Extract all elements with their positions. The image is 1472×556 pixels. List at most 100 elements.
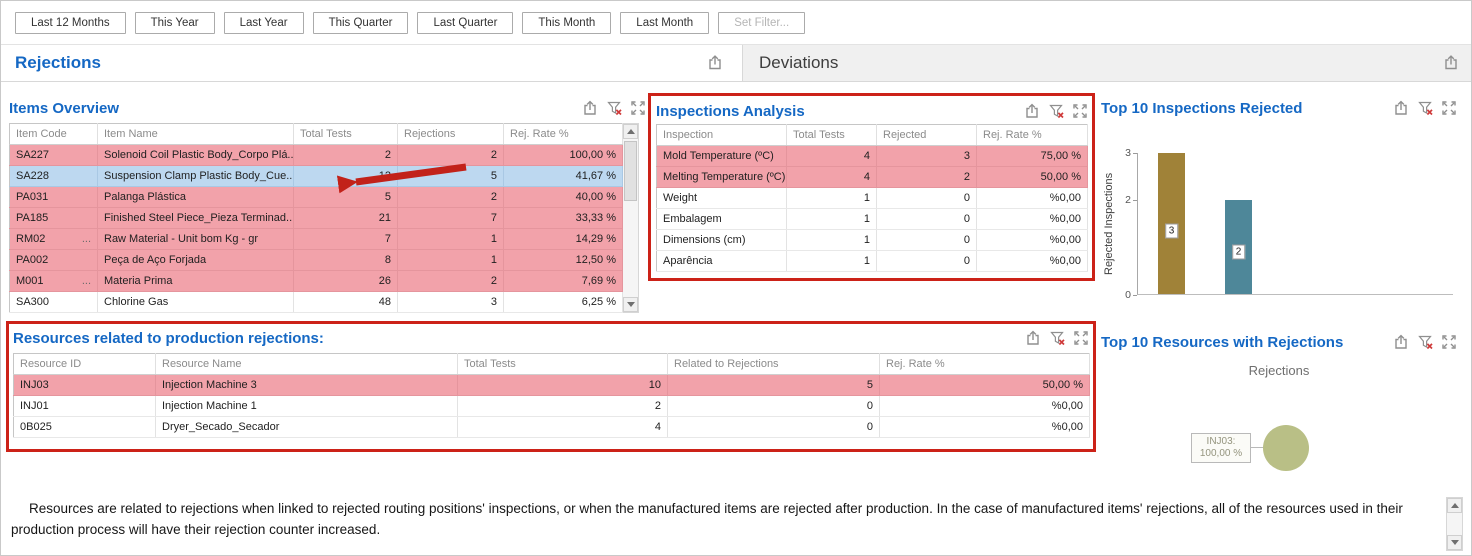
rej-rate-cell: 12,50 % <box>504 250 623 271</box>
inspection-cell: Aparência <box>657 251 787 272</box>
clear-filter-icon[interactable] <box>1048 103 1064 119</box>
clear-filter-icon[interactable] <box>1417 334 1433 350</box>
bar-plot: 32 <box>1137 153 1453 295</box>
col-total-tests[interactable]: Total Tests <box>787 125 877 146</box>
filter-button[interactable]: This Quarter <box>313 12 409 34</box>
inspections-table-row[interactable]: Aparência 1 0 %0,00 <box>657 251 1088 272</box>
item-code-cell: PA185 <box>10 208 98 229</box>
col-resource-name[interactable]: Resource Name <box>156 354 458 375</box>
items-table-row[interactable]: SA227 Solenoid Coil Plastic Body_Corpo P… <box>10 145 623 166</box>
items-table-row[interactable]: PA031 Palanga Plástica 5 2 40,00 % <box>10 187 623 208</box>
filter-button[interactable]: Last Quarter <box>417 12 513 34</box>
clear-filter-icon[interactable] <box>1049 330 1065 346</box>
scroll-up-button[interactable] <box>1447 498 1462 513</box>
inspections-analysis-panel: Inspections Analysis Inspection Total Te… <box>656 100 1088 272</box>
scroll-track[interactable] <box>623 139 638 297</box>
scroll-up-button[interactable] <box>623 124 638 139</box>
maximize-icon[interactable] <box>1441 334 1457 350</box>
export-icon[interactable] <box>1393 100 1409 116</box>
resources-table-row[interactable]: INJ01 Injection Machine 1 2 0 %0,00 <box>14 396 1090 417</box>
items-overview-panel: Items Overview Item Code Item Name Total… <box>9 97 646 313</box>
total-tests-cell: 4 <box>458 417 668 438</box>
rejected-cell: 2 <box>877 167 977 188</box>
pie-slice-inj03[interactable] <box>1263 425 1309 471</box>
maximize-icon[interactable] <box>1073 330 1089 346</box>
filter-button[interactable]: Last 12 Months <box>15 12 126 34</box>
filter-button[interactable]: This Month <box>522 12 611 34</box>
inspections-table-row[interactable]: Melting Temperature (ºC) 4 2 50,00 % <box>657 167 1088 188</box>
item-name-cell: Finished Steel Piece_Pieza Terminad... <box>98 208 294 229</box>
inspections-table-row[interactable]: Weight 1 0 %0,00 <box>657 188 1088 209</box>
item-name-cell: Raw Material - Unit bom Kg - gr <box>98 229 294 250</box>
filter-button[interactable]: Last Month <box>620 12 709 34</box>
col-item-name[interactable]: Item Name <box>98 124 294 145</box>
filter-button[interactable]: This Year <box>135 12 215 34</box>
col-rejections[interactable]: Rejections <box>398 124 504 145</box>
col-rejected[interactable]: Rejected <box>877 125 977 146</box>
inspections-table-row[interactable]: Mold Temperature (ºC) 4 3 75,00 % <box>657 146 1088 167</box>
top10-resources-title: Top 10 Resources with Rejections <box>1101 334 1343 351</box>
export-icon[interactable] <box>1443 54 1459 70</box>
rej-rate-cell: %0,00 <box>880 417 1090 438</box>
col-total-tests[interactable]: Total Tests <box>458 354 668 375</box>
item-code-cell: SA227 <box>10 145 98 166</box>
scroll-down-button[interactable] <box>1447 535 1462 550</box>
inspection-cell: Weight <box>657 188 787 209</box>
tab-deviations-label: Deviations <box>759 53 838 73</box>
rej-rate-cell: 14,29 % <box>504 229 623 250</box>
rej-rate-cell: 100,00 % <box>504 145 623 166</box>
items-scrollbar[interactable] <box>623 123 639 313</box>
col-related-rejections[interactable]: Related to Rejections <box>668 354 880 375</box>
tab-rejections[interactable]: Rejections <box>15 53 101 73</box>
y-axis-label: Rejected Inspections <box>1101 153 1117 295</box>
col-rej-rate[interactable]: Rej. Rate % <box>977 125 1088 146</box>
clear-filter-icon[interactable] <box>1417 100 1433 116</box>
bar-series-1[interactable]: 2 <box>1225 200 1252 294</box>
col-total-tests[interactable]: Total Tests <box>294 124 398 145</box>
pie-callout-value: 100,00 % <box>1193 448 1249 460</box>
resources-table-row[interactable]: 0B025 Dryer_Secado_Secador 4 0 %0,00 <box>14 417 1090 438</box>
total-tests-cell: 1 <box>787 251 877 272</box>
panel-toolbar <box>582 100 646 116</box>
tab-deviations[interactable]: Deviations <box>742 45 1471 81</box>
items-table-row[interactable]: SA228 Suspension Clamp Plastic Body_Cue.… <box>10 166 623 187</box>
items-table-row[interactable]: SA300 Chlorine Gas 48 3 6,25 % <box>10 292 623 313</box>
pie-chart: Rejections INJ03: 100,00 % <box>1101 363 1457 513</box>
items-table-row[interactable]: RM02... Raw Material - Unit bom Kg - gr … <box>10 229 623 250</box>
panel-toolbar <box>1024 103 1088 119</box>
bar-series-0[interactable]: 3 <box>1158 153 1185 294</box>
maximize-icon[interactable] <box>630 100 646 116</box>
resources-table-row[interactable]: INJ03 Injection Machine 3 10 5 50,00 % <box>14 375 1090 396</box>
col-rej-rate[interactable]: Rej. Rate % <box>880 354 1090 375</box>
items-table-row[interactable]: PA002 Peça de Aço Forjada 8 1 12,50 % <box>10 250 623 271</box>
rejected-cell: 0 <box>877 209 977 230</box>
rejections-cell: 1 <box>398 229 504 250</box>
footer-scrollbar[interactable] <box>1446 497 1463 551</box>
clear-filter-icon[interactable] <box>606 100 622 116</box>
footer-explanation: Resources are related to rejections when… <box>11 498 1423 540</box>
col-rej-rate[interactable]: Rej. Rate % <box>504 124 623 145</box>
scroll-thumb[interactable] <box>624 141 637 201</box>
col-inspection[interactable]: Inspection <box>657 125 787 146</box>
export-icon[interactable] <box>1024 103 1040 119</box>
bar-yaxis: 320 <box>1117 153 1137 295</box>
export-icon[interactable] <box>1393 334 1409 350</box>
col-item-code[interactable]: Item Code <box>10 124 98 145</box>
total-tests-cell: 1 <box>787 188 877 209</box>
items-table-row[interactable]: M001... Materia Prima 26 2 7,69 % <box>10 271 623 292</box>
rejections-cell: 1 <box>398 250 504 271</box>
inspections-table-row[interactable]: Dimensions (cm) 1 0 %0,00 <box>657 230 1088 251</box>
filter-button[interactable]: Last Year <box>224 12 304 34</box>
export-icon[interactable] <box>1025 330 1041 346</box>
item-code-cell: SA300 <box>10 292 98 313</box>
col-resource-id[interactable]: Resource ID <box>14 354 156 375</box>
maximize-icon[interactable] <box>1441 100 1457 116</box>
inspections-table-row[interactable]: Embalagem 1 0 %0,00 <box>657 209 1088 230</box>
scroll-track[interactable] <box>1447 513 1462 535</box>
export-icon[interactable] <box>707 54 723 70</box>
items-table-row[interactable]: PA185 Finished Steel Piece_Pieza Termina… <box>10 208 623 229</box>
export-icon[interactable] <box>582 100 598 116</box>
scroll-down-button[interactable] <box>623 297 638 312</box>
maximize-icon[interactable] <box>1072 103 1088 119</box>
set-filter-button[interactable]: Set Filter... <box>718 12 805 34</box>
